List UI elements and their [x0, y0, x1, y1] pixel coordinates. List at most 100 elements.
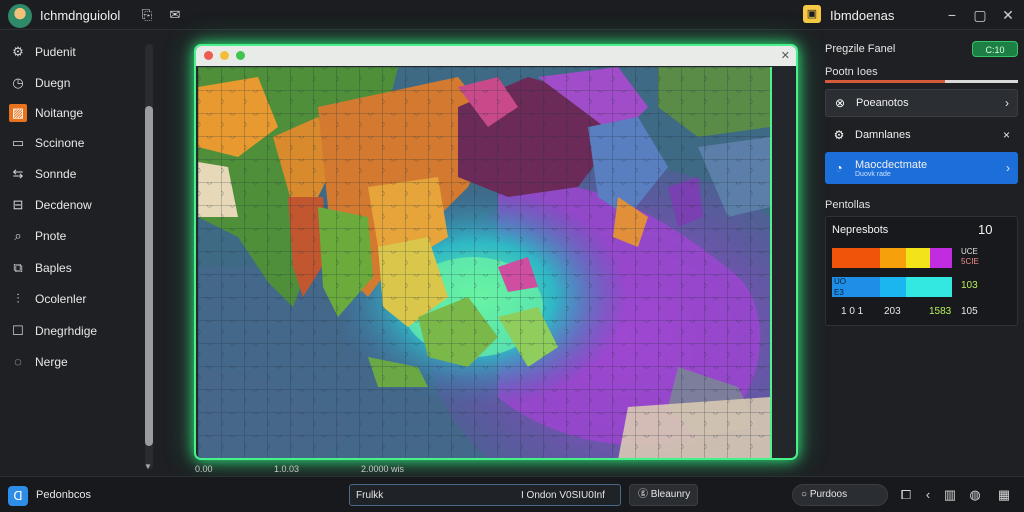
sidebar-item-pnote[interactable]: ⌕ Pnote	[0, 222, 140, 250]
stat-footer: 1 0 1	[841, 306, 864, 317]
sidebar-item-decdenow[interactable]: ⊟ Decdenow	[0, 191, 140, 219]
minimize-dot-icon[interactable]	[220, 51, 229, 60]
sidebar-item-ocolenler[interactable]: ⫶ Ocolenler	[0, 285, 140, 313]
stat-footer: 203	[884, 306, 901, 317]
puzzle-piece-icon[interactable]: ⧠	[898, 487, 914, 503]
square-icon: ☐	[12, 323, 24, 338]
sidebar-item-label: Noitange	[35, 106, 84, 120]
status-text: I Ondon V0SIU0Inf	[521, 490, 605, 501]
row-label: Poeanotos	[856, 97, 909, 109]
stats-count: 10	[978, 222, 993, 237]
app-title: Ichmdnguiolol	[40, 8, 121, 23]
sidebar-scrollbar-thumb[interactable]	[145, 106, 153, 446]
sidebar-item-sonnde[interactable]: ⇆ Sonnde	[0, 160, 140, 188]
bottom-title: Pedonbcos	[36, 489, 92, 501]
palette-icon[interactable]: ◍	[967, 487, 983, 503]
avatar-icon[interactable]	[8, 4, 32, 28]
row-label: Damnlanes	[855, 129, 911, 141]
close-icon[interactable]: ✕	[999, 6, 1017, 24]
layers-icon: ⧉	[13, 260, 23, 275]
close-icon[interactable]: ×	[1003, 128, 1010, 142]
stat-label: UCE	[961, 247, 978, 256]
color-swatch-amber[interactable]	[880, 248, 906, 268]
chat-bubble-icon: ◌	[14, 354, 22, 369]
search-pill-label: Purdoos	[809, 489, 848, 500]
sidebar-item-label: Ocolenler	[35, 292, 87, 306]
color-swatch-cyan[interactable]	[906, 277, 952, 297]
poeanotos-row[interactable]: ⊗ Poeanotos ›	[825, 89, 1018, 117]
back-icon[interactable]: ‹	[920, 487, 936, 503]
action-button-label: Bleaunry	[650, 489, 691, 500]
stat-label: E3	[834, 288, 844, 297]
image-icon: ▨	[9, 104, 27, 122]
search-icon: ○	[801, 489, 808, 500]
gear-icon: ⚙	[12, 44, 24, 59]
maximize-dot-icon[interactable]	[236, 51, 245, 60]
sidebar-item-duegn[interactable]: ◷ Duegn	[0, 69, 140, 97]
info-icon: ⓖ	[638, 489, 648, 500]
app-logo-icon[interactable]: ᗡ	[8, 486, 28, 506]
columns-icon[interactable]: ▥	[942, 487, 958, 503]
share-icon: ⇆	[12, 166, 24, 181]
puzzle-edge	[770, 67, 772, 458]
folder-icon[interactable]: ▣	[803, 5, 821, 23]
color-swatch-magenta[interactable]	[930, 248, 952, 268]
progress-fill	[825, 80, 945, 83]
row-label: Maocdectmate Duovk rade	[855, 159, 1006, 178]
stats-title: Nepresbots	[832, 224, 889, 236]
puzzle-titlebar: ✕	[196, 46, 796, 66]
inbox-icon[interactable]: ✉	[167, 7, 183, 23]
chat-icon: ▭	[11, 135, 25, 150]
chevron-right-icon: ›	[1005, 96, 1009, 110]
damnlanes-row[interactable]: ⚙ Damnlanes ×	[825, 124, 1018, 146]
sidebar-item-sccinone[interactable]: ▭ Sccinone	[0, 129, 140, 157]
grid-icon: ⊗	[834, 96, 846, 110]
maximize-icon[interactable]: ▢	[971, 6, 989, 24]
action-button[interactable]: ⓖ Bleaunry	[629, 484, 698, 506]
color-swatch-orange[interactable]	[832, 248, 880, 268]
sliders-icon: ⫶	[16, 291, 20, 306]
sidebar-item-label: Sccinone	[35, 136, 85, 150]
bottom-bar: ᗡ Pedonbcos Frulkk I Ondon V0SIU0Inf ⓖ B…	[0, 476, 1024, 512]
sidebar-item-label: Sonnde	[35, 167, 77, 181]
puzzle-window: ✕	[194, 44, 798, 460]
minimize-icon[interactable]: −	[943, 6, 961, 24]
sidebar-item-dnegrhdige[interactable]: ☐ Dnegrhdige	[0, 317, 140, 345]
inbox-icon: ⊟	[12, 197, 24, 212]
sidebar-item-nerge[interactable]: ◌ Nerge	[0, 348, 140, 376]
sidebar-item-noitange[interactable]: ▨ Noitange	[0, 99, 140, 127]
sidebar-item-label: Duegn	[35, 76, 71, 90]
row-title: Maocdectmate	[855, 158, 928, 171]
stat-label: 5CIE	[961, 257, 979, 266]
scroll-down-icon[interactable]: ▼	[144, 462, 152, 471]
puzzle-map-canvas[interactable]	[198, 67, 770, 460]
top-bar: Ichmdnguiolol ⎘ ✉ ▣ Ibmdoenas − ▢ ✕	[0, 0, 1024, 30]
sidebar-item-baples[interactable]: ⧉ Baples	[0, 254, 140, 282]
color-swatch-sky[interactable]	[880, 277, 906, 297]
pie-icon: ◔	[835, 161, 843, 175]
sidebar-item-label: Dnegrhdige	[35, 324, 98, 338]
scale-label: 1.0.03	[274, 464, 300, 474]
sidebar-item-label: Decdenow	[35, 198, 92, 212]
timer-toggle[interactable]: C:10	[972, 41, 1018, 57]
scale-label: 2.0000 wis	[361, 464, 405, 474]
sidebar-item-label: Nerge	[35, 355, 68, 369]
right-header-title: Ibmdoenas	[830, 8, 895, 23]
color-swatch-yellow[interactable]	[906, 248, 930, 268]
settings-icon: ⚙	[833, 128, 845, 142]
close-dot-icon[interactable]	[204, 51, 213, 60]
progress-label: Pootn Ioes	[825, 66, 878, 78]
sidebar-item-label: Pudenit	[35, 45, 76, 59]
sidebar-item-pudenit[interactable]: ⚙ Pudenit	[0, 38, 140, 66]
close-icon[interactable]: ✕	[781, 49, 790, 62]
stat-label: UO	[834, 277, 846, 286]
chevron-right-icon: ›	[1006, 161, 1010, 175]
maocdectmate-row[interactable]: ◔ Maocdectmate Duovk rade ›	[825, 152, 1018, 184]
search-pill[interactable]: ○ Purdoos	[792, 484, 888, 506]
row-subtitle: Duovk rade	[855, 170, 891, 178]
panel-title: Pregzile Fanel	[825, 43, 896, 55]
sidebar-item-label: Baples	[35, 261, 72, 275]
grid-icon[interactable]: ▦	[996, 487, 1012, 503]
save-icon[interactable]: ⎘	[139, 7, 155, 23]
stat-footer: 1583	[929, 306, 952, 317]
